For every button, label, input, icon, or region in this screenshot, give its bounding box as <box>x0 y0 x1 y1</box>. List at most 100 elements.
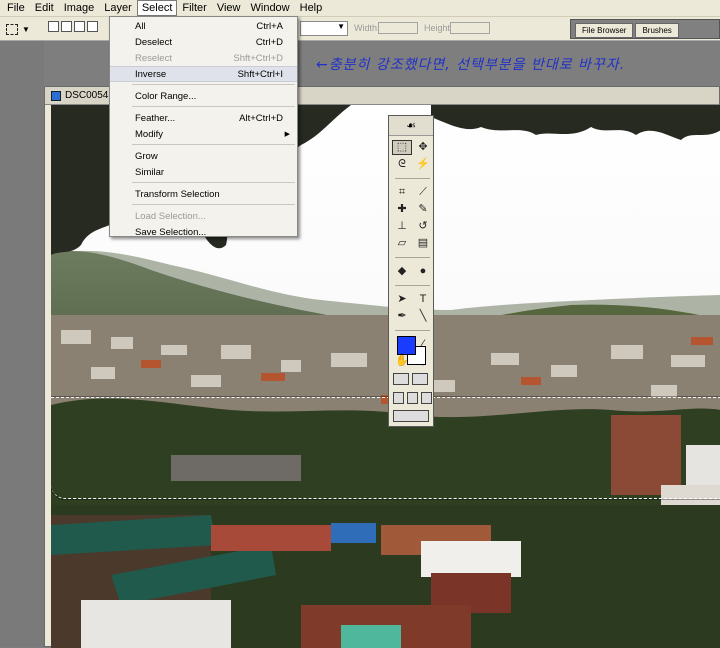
quick-mask-row <box>393 373 428 385</box>
subtract-selection-icon[interactable] <box>74 21 85 32</box>
style-select[interactable]: ▼ <box>300 21 348 36</box>
tool-separator <box>395 178 430 179</box>
palette-well: File Browser Brushes <box>570 19 720 39</box>
workspace-background <box>0 41 44 647</box>
menu-item-shortcut: Shft+Ctrl+D <box>233 52 283 64</box>
jump-to-imageready-icon[interactable] <box>393 410 429 422</box>
foreground-color-swatch[interactable] <box>397 336 416 355</box>
quick-mask-icon[interactable] <box>412 373 428 385</box>
tool-separator <box>395 330 430 331</box>
slice-icon[interactable]: ⟋ <box>413 185 433 200</box>
menu-item-grow[interactable]: Grow <box>110 148 297 164</box>
add-selection-icon[interactable] <box>61 21 72 32</box>
eraser-icon[interactable]: ▱ <box>392 236 412 251</box>
menu-separator <box>132 106 295 107</box>
menu-item-transform-selection[interactable]: Transform Selection <box>110 186 297 202</box>
menu-item-label: Load Selection... <box>135 210 206 222</box>
tool-separator <box>395 285 430 286</box>
screen-mode-menu-icon[interactable] <box>407 392 418 404</box>
tools-palette: ☙ ⬚✥ᘓ⚡⌗⟋✚✎⊥↺▱▤◆●➤T✒╲▭⁄✋⚲ <box>388 115 434 427</box>
menu-help[interactable]: Help <box>295 0 328 16</box>
menu-item-label: All <box>135 20 146 32</box>
menu-item-color-range[interactable]: Color Range... <box>110 88 297 104</box>
menu-layer[interactable]: Layer <box>99 0 137 16</box>
screen-mode-standard-icon[interactable] <box>393 392 404 404</box>
menu-view[interactable]: View <box>212 0 246 16</box>
screen-mode-full-icon[interactable] <box>421 392 432 404</box>
standard-mode-icon[interactable] <box>393 373 409 385</box>
gradient-icon[interactable]: ▤ <box>413 236 433 251</box>
crop-icon[interactable]: ⌗ <box>392 185 412 200</box>
width-label: Width: <box>354 23 380 33</box>
clone-stamp-icon[interactable]: ⊥ <box>392 219 412 234</box>
menu-item-shortcut: Alt+Ctrl+D <box>239 112 283 124</box>
feather-logo-icon: ☙ <box>406 120 416 132</box>
menu-filter[interactable]: Filter <box>177 0 211 16</box>
menu-item-label: Similar <box>135 166 165 178</box>
menu-item-label: Deselect <box>135 36 172 48</box>
blur-icon[interactable]: ◆ <box>392 264 412 279</box>
menu-window[interactable]: Window <box>246 0 295 16</box>
selection-marquee <box>51 397 720 499</box>
menu-item-feather[interactable]: Feather... Alt+Ctrl+D <box>110 110 297 126</box>
line-icon[interactable]: ╲ <box>413 309 433 324</box>
menu-item-shortcut: Shft+Ctrl+I <box>237 68 283 80</box>
menu-separator <box>132 182 295 183</box>
chevron-down-icon: ▼ <box>22 24 30 34</box>
tab-file-browser[interactable]: File Browser <box>575 23 634 38</box>
menu-separator <box>132 144 295 145</box>
menu-separator <box>132 204 295 205</box>
menu-item-save-selection[interactable]: Save Selection... <box>110 224 297 240</box>
type-icon[interactable]: T <box>413 292 433 307</box>
menu-item-inverse[interactable]: Inverse Shft+Ctrl+I <box>110 66 297 82</box>
magic-wand-icon[interactable]: ⚡ <box>413 157 433 172</box>
menu-file[interactable]: File <box>2 0 30 16</box>
menu-separator <box>132 84 295 85</box>
tool-preset-picker[interactable]: ▼ <box>6 20 40 38</box>
brush-icon[interactable]: ✎ <box>413 202 433 217</box>
menu-item-label: Grow <box>135 150 158 162</box>
rect-marquee-icon <box>6 23 18 35</box>
menu-item-deselect[interactable]: Deselect Ctrl+D <box>110 34 297 50</box>
pen-icon[interactable]: ✒ <box>392 309 412 324</box>
height-field <box>450 22 490 34</box>
photoshop-doc-icon <box>51 90 61 101</box>
menu-image[interactable]: Image <box>59 0 100 16</box>
menu-select[interactable]: Select <box>136 0 178 16</box>
jump-row <box>393 410 429 422</box>
healing-brush-icon[interactable]: ✚ <box>392 202 412 217</box>
menu-edit[interactable]: Edit <box>30 0 59 16</box>
height-label: Height: <box>424 23 453 33</box>
menu-item-shortcut: Ctrl+A <box>256 20 283 32</box>
tool-grid: ⬚✥ᘓ⚡⌗⟋✚✎⊥↺▱▤◆●➤T✒╲▭⁄✋⚲ <box>389 136 433 369</box>
select-menu-dropdown: All Ctrl+A Deselect Ctrl+D Reselect Shft+Ctrl… <box>109 16 298 240</box>
menu-item-reselect: Reselect Shft+Ctrl+D <box>110 50 297 66</box>
rect-marquee-icon[interactable]: ⬚ <box>392 140 412 155</box>
selection-mode-buttons <box>48 21 98 32</box>
menu-item-modify[interactable]: Modify ▶ <box>110 126 297 142</box>
width-field <box>378 22 418 34</box>
menu-item-all[interactable]: All Ctrl+A <box>110 18 297 34</box>
tab-brushes[interactable]: Brushes <box>635 23 679 38</box>
menu-item-label: Color Range... <box>135 90 197 102</box>
move-icon[interactable]: ✥ <box>413 140 433 155</box>
menu-item-label: Feather... <box>135 112 176 124</box>
tools-header-logo: ☙ <box>389 116 433 136</box>
menu-item-similar[interactable]: Similar <box>110 164 297 180</box>
menu-item-load-selection: Load Selection... <box>110 208 297 224</box>
screen-mode-row <box>393 392 432 404</box>
color-swatches[interactable] <box>397 336 427 366</box>
menu-item-shortcut: Ctrl+D <box>255 36 283 48</box>
annotation-text: ←충분히 강조했다면, 선택부분을 반대로 바꾸자. <box>316 57 626 73</box>
menu-item-label: Inverse <box>135 68 167 80</box>
menu-item-label: Modify <box>135 128 163 140</box>
intersect-selection-icon[interactable] <box>87 21 98 32</box>
menu-item-label: Transform Selection <box>135 188 220 200</box>
menu-item-label: Save Selection... <box>135 226 207 238</box>
lasso-icon[interactable]: ᘓ <box>392 157 412 172</box>
tool-separator <box>395 257 430 258</box>
new-selection-icon[interactable] <box>48 21 59 32</box>
history-brush-icon[interactable]: ↺ <box>413 219 433 234</box>
path-select-icon[interactable]: ➤ <box>392 292 412 307</box>
dodge-icon[interactable]: ● <box>413 264 433 279</box>
